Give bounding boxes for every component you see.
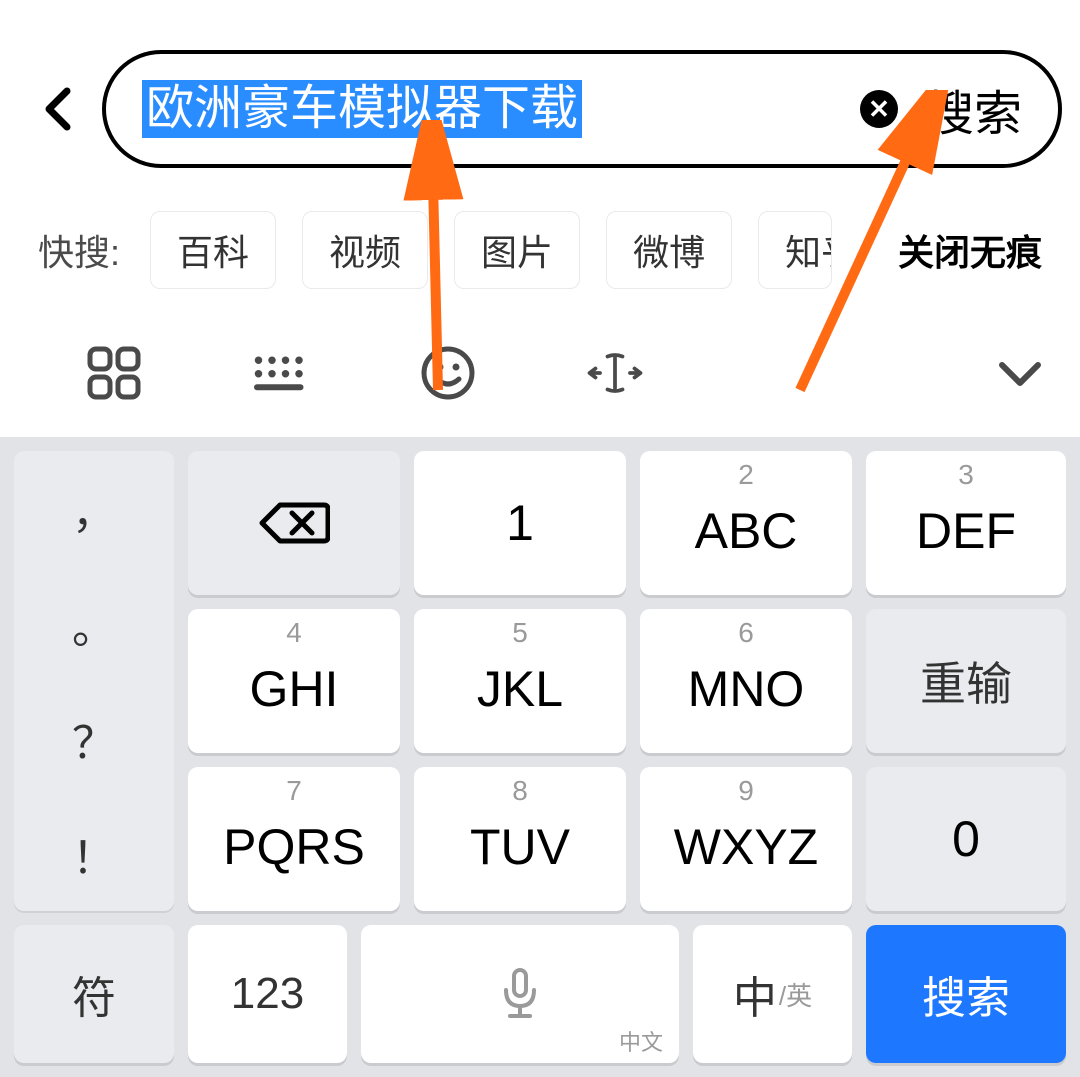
clear-input-button[interactable]: ✕ (860, 90, 898, 128)
back-button[interactable] (18, 69, 98, 149)
key-question[interactable]: ？ (14, 681, 174, 796)
key-search[interactable]: 搜索 (866, 925, 1066, 1063)
ime-keyboard: ， 。 ？ ！ 1 2 ABC 3 DEF 4 GHI 5 JKL 6 (0, 309, 1080, 1077)
chevron-down-icon (990, 343, 1050, 403)
quick-label: 快搜: (38, 224, 120, 276)
toolbar-collapse-button[interactable] (950, 343, 1050, 403)
microphone-icon (500, 966, 540, 1022)
toolbar-keyboard-button[interactable] (197, 343, 364, 403)
key-exclaim[interactable]: ！ (14, 796, 174, 911)
key-1[interactable]: 1 (414, 451, 626, 595)
key-symbols[interactable]: 符 (14, 925, 174, 1063)
key-backspace[interactable] (188, 451, 400, 595)
toolbar-emoji-button[interactable] (364, 343, 531, 403)
space-sub-label: 中文 (619, 1025, 663, 1057)
key-4-ghi[interactable]: 4 GHI (188, 609, 400, 753)
keyboard-icon (251, 343, 311, 403)
smile-icon (418, 343, 478, 403)
search-button[interactable]: 搜索 (926, 74, 1022, 144)
quick-search-row: 快搜: 百科 视频 图片 微博 知乎 关闭无痕 (0, 190, 1080, 310)
quick-chip-video[interactable]: 视频 (302, 211, 428, 289)
key-comma[interactable]: ， (14, 451, 174, 566)
close-icon: ✕ (868, 94, 890, 125)
close-incognito[interactable]: 关闭无痕 (898, 224, 1042, 276)
key-2-abc[interactable]: 2 ABC (640, 451, 852, 595)
quick-chip-weibo[interactable]: 微博 (606, 211, 732, 289)
key-5-jkl[interactable]: 5 JKL (414, 609, 626, 753)
text-cursor-icon (585, 343, 645, 403)
grid-icon (84, 343, 144, 403)
top-bar: 欧洲豪车模拟器下载 ✕ 搜索 (0, 0, 1080, 190)
quick-chip-image[interactable]: 图片 (454, 211, 580, 289)
key-zero[interactable]: 0 (866, 767, 1066, 911)
quick-chip-zhihu[interactable]: 知乎 (758, 211, 832, 289)
search-box: 欧洲豪车模拟器下载 ✕ 搜索 (102, 50, 1062, 168)
key-space[interactable]: 中文 (361, 925, 679, 1063)
key-3-def[interactable]: 3 DEF (866, 451, 1066, 595)
key-language[interactable]: 中/英 (693, 925, 852, 1063)
search-input[interactable]: 欧洲豪车模拟器下载 (142, 80, 842, 138)
chevron-left-icon (43, 87, 73, 131)
search-query-text: 欧洲豪车模拟器下载 (142, 80, 582, 138)
keyboard-toolbar (0, 309, 1080, 437)
key-8-tuv[interactable]: 8 TUV (414, 767, 626, 911)
punctuation-column: ， 。 ？ ！ (14, 451, 174, 911)
quick-chip-baike[interactable]: 百科 (150, 211, 276, 289)
key-reinput[interactable]: 重输 (866, 609, 1066, 753)
key-6-mno[interactable]: 6 MNO (640, 609, 852, 753)
backspace-icon (258, 499, 330, 547)
key-numpad[interactable]: 123 (188, 925, 347, 1063)
key-period[interactable]: 。 (14, 566, 174, 681)
key-9-wxyz[interactable]: 9 WXYZ (640, 767, 852, 911)
toolbar-apps-button[interactable] (30, 343, 197, 403)
toolbar-cursor-button[interactable] (532, 343, 699, 403)
key-7-pqrs[interactable]: 7 PQRS (188, 767, 400, 911)
